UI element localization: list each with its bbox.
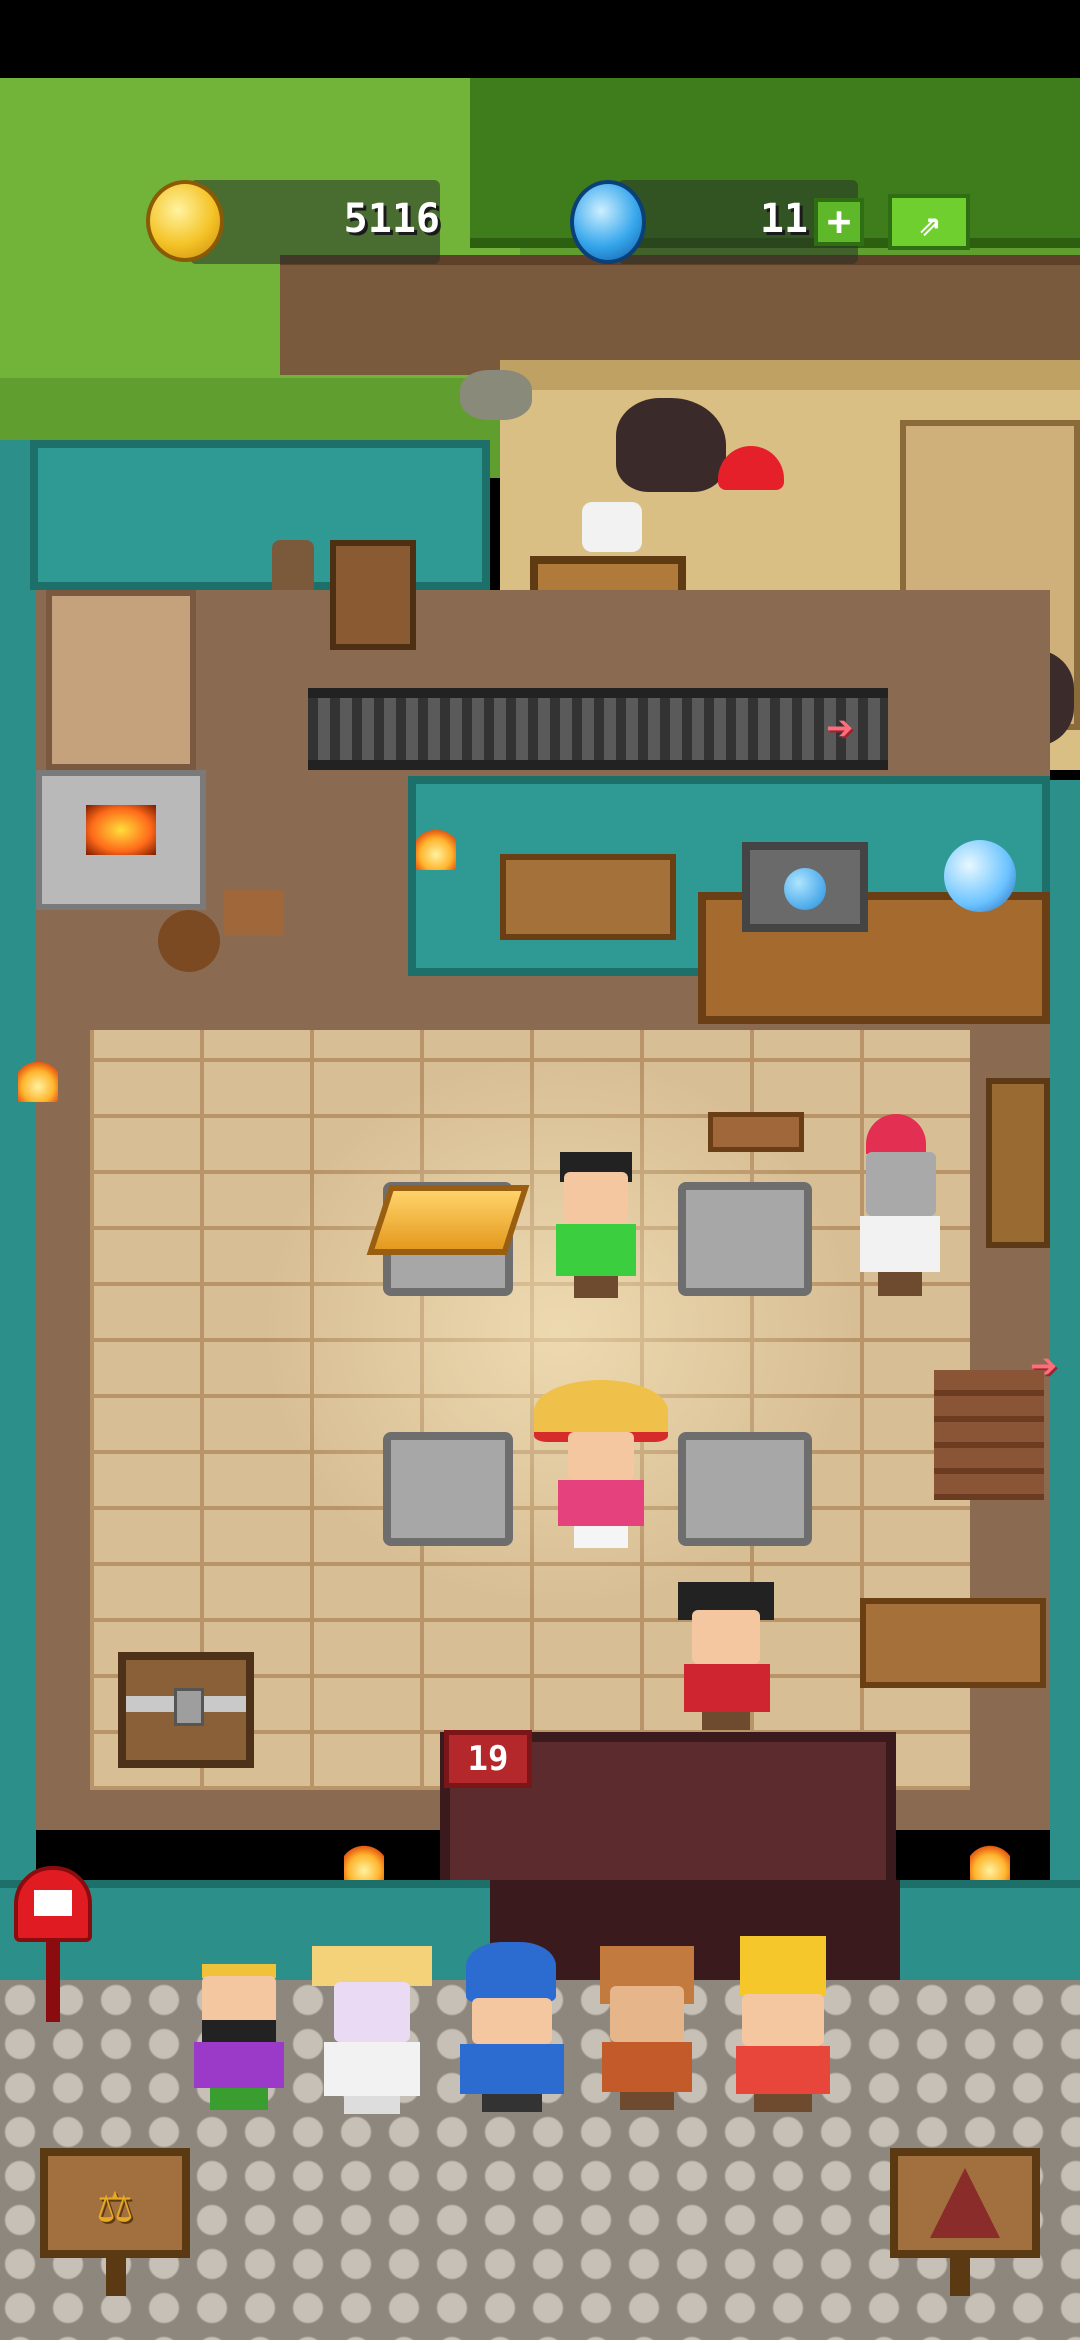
mailbox-post xyxy=(46,1942,60,2022)
railing xyxy=(308,688,888,770)
torch-icon xyxy=(18,1058,58,1102)
castle-sign-button[interactable] xyxy=(890,2148,1040,2258)
skull-sign xyxy=(582,502,642,552)
worker-green[interactable] xyxy=(546,1152,646,1302)
counter-level-badge[interactable]: 19 xyxy=(444,1730,532,1788)
sword-rack[interactable] xyxy=(860,1598,1046,1688)
treasure-chest[interactable] xyxy=(118,1652,254,1768)
boar-monster[interactable] xyxy=(616,398,726,492)
torch-icon xyxy=(416,826,456,870)
cabinet xyxy=(330,540,416,650)
anvil-3[interactable] xyxy=(383,1432,513,1546)
furnace-chimney xyxy=(46,590,196,770)
worker-knight[interactable] xyxy=(846,1114,956,1300)
mailbox[interactable] xyxy=(14,1866,92,2026)
lock-icon xyxy=(174,1688,204,1726)
basket xyxy=(158,910,220,972)
cliff xyxy=(280,255,1080,375)
balance-sign-button[interactable]: ⚖ xyxy=(40,2148,190,2258)
customer-monkey[interactable] xyxy=(592,1946,702,2114)
status-bar xyxy=(0,0,1080,78)
crystal-ball[interactable] xyxy=(944,840,1016,912)
worker-straw-hat[interactable] xyxy=(534,1380,668,1550)
coin-icon xyxy=(146,180,224,262)
shopkeeper[interactable] xyxy=(672,1582,782,1732)
add-gems-button[interactable]: + xyxy=(814,198,864,246)
coin-value: 5116 xyxy=(343,196,440,242)
wall-left xyxy=(0,440,36,1880)
gold-ingot[interactable] xyxy=(366,1185,530,1255)
wall-plaque[interactable] xyxy=(500,854,676,940)
scale-icon: ⚖ xyxy=(98,2170,132,2236)
wall-top-left xyxy=(30,440,490,590)
customer-king[interactable] xyxy=(184,1964,294,2114)
lantern xyxy=(272,540,314,590)
gem-icon xyxy=(570,180,646,264)
game-scene: ➔ ➔ 19 ⚖ 5116 11 + ⇗ xyxy=(0,0,1080,2340)
customer-blue-hat[interactable] xyxy=(450,1942,574,2114)
customer-priestess[interactable] xyxy=(308,1946,436,2116)
castle-icon xyxy=(930,2168,1000,2238)
bench xyxy=(708,1112,804,1152)
envelope-icon xyxy=(34,1890,72,1916)
mine-yard-edge xyxy=(500,360,1080,390)
furnace[interactable] xyxy=(36,590,206,910)
gem-value: 11 xyxy=(759,196,808,242)
stool xyxy=(224,890,284,936)
fire-icon xyxy=(86,805,156,855)
share-button[interactable]: ⇗ xyxy=(888,194,970,250)
anvil-2[interactable] xyxy=(678,1182,812,1296)
rock xyxy=(460,370,532,420)
stairs[interactable] xyxy=(934,1370,1044,1500)
anvil-4[interactable] xyxy=(678,1432,812,1546)
arrow-right-icon[interactable]: ➔ xyxy=(826,700,854,754)
gem-icon xyxy=(784,868,826,910)
customer-crown[interactable] xyxy=(724,1936,842,2114)
gem-display[interactable] xyxy=(742,842,868,932)
side-door[interactable] xyxy=(986,1078,1050,1248)
wall-right xyxy=(1050,780,1080,1880)
